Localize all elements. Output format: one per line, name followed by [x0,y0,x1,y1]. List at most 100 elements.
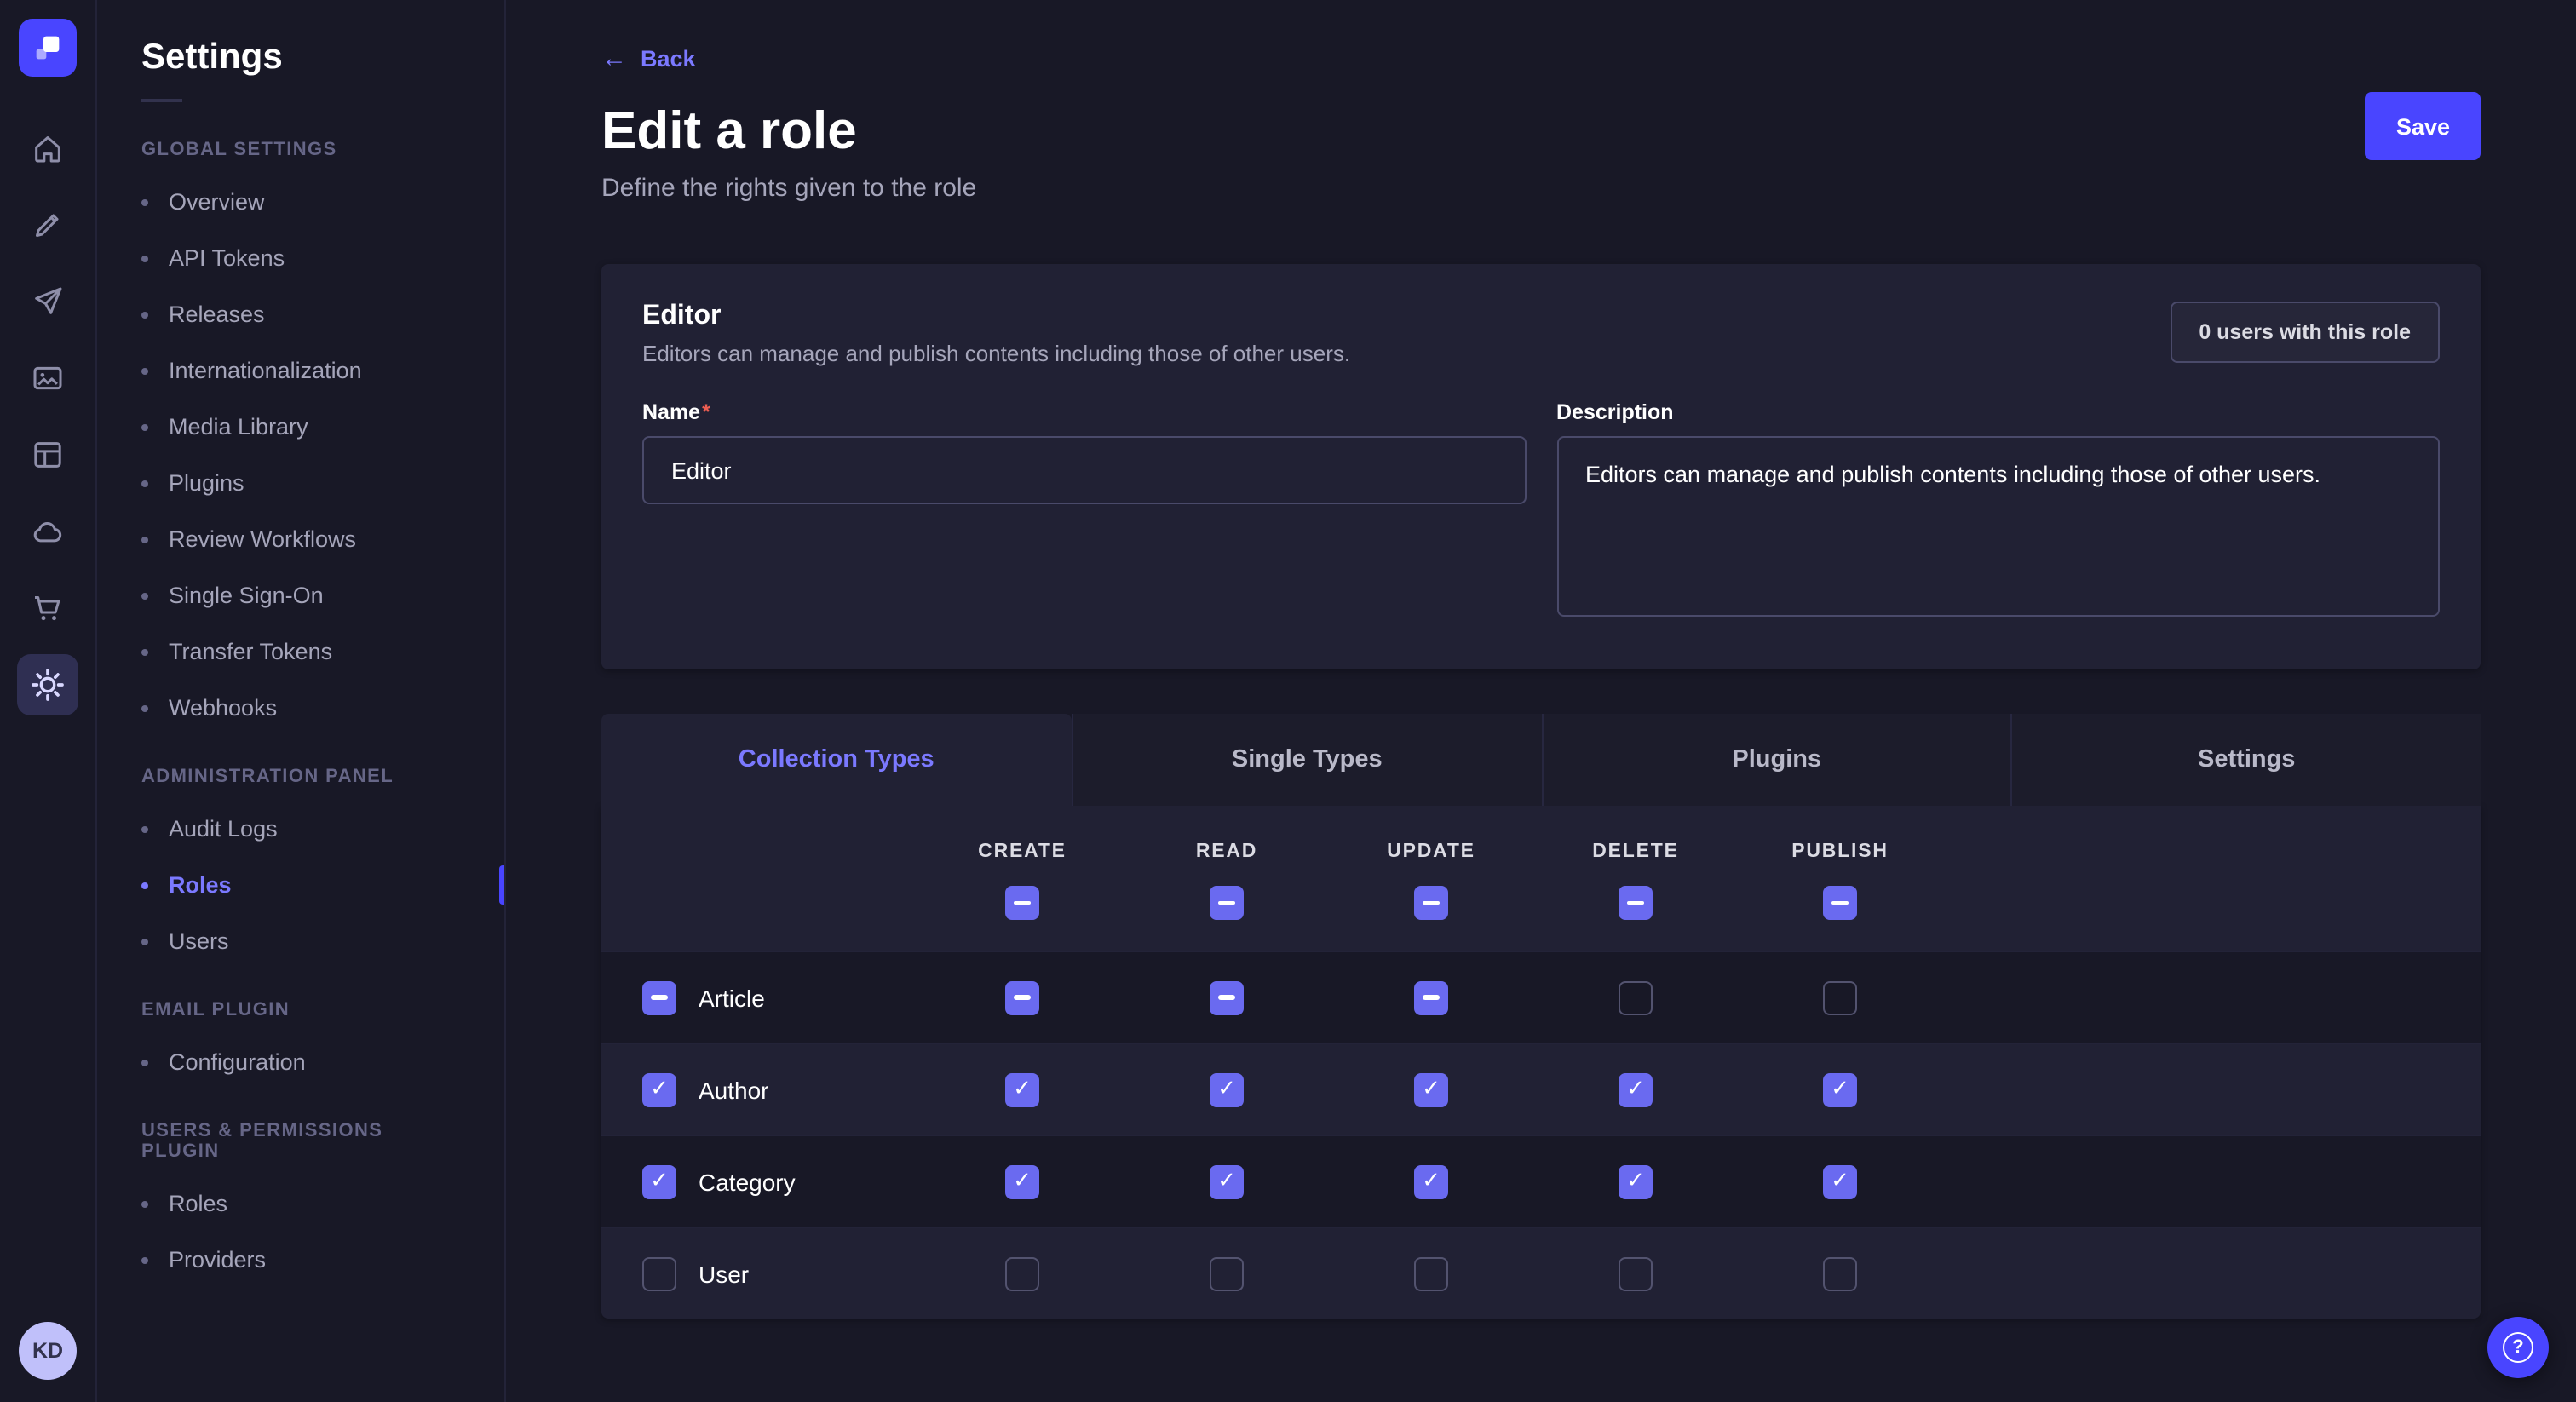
permission-checkbox[interactable] [1414,1256,1448,1290]
tab-settings[interactable]: Settings [2011,714,2481,806]
empty-header-cell [601,886,920,920]
sidebar-item-label: Plugins [169,470,244,496]
save-button[interactable]: Save [2366,92,2481,160]
sidebar-item-providers[interactable]: Providers [97,1232,504,1288]
section-label-administration-panel: ADMINISTRATION PANEL [97,736,504,801]
bullet-icon [141,423,148,430]
role-card-titles: Editor Editors can manage and publish co… [642,302,1350,366]
column-label-update: UPDATE [1329,842,1533,862]
role-description-input[interactable]: Editors can manage and publish contents … [1556,436,2440,617]
sidebar-item-releases[interactable]: Releases [97,286,504,342]
row-checkbox-user[interactable] [642,1256,676,1290]
rail-content-button[interactable] [17,194,78,256]
permission-checkbox[interactable] [1210,1072,1244,1106]
permission-checkbox[interactable] [1005,1256,1039,1290]
permission-checkbox[interactable] [1414,980,1448,1014]
permission-checkbox[interactable] [1210,980,1244,1014]
section-users-permissions-plugin: USERS & PERMISSIONS PLUGIN Roles Provide… [97,1090,504,1288]
title-divider [141,99,182,102]
pen-icon [31,208,65,242]
main-nav-rail: KD [0,0,97,1402]
help-button[interactable]: ? [2487,1317,2549,1378]
master-publish-checkbox[interactable] [1823,886,1857,920]
sidebar-item-up-roles[interactable]: Roles [97,1175,504,1232]
bullet-icon [141,592,148,599]
sidebar-item-webhooks[interactable]: Webhooks [97,680,504,736]
permission-checkbox[interactable] [1619,1164,1653,1198]
bullet-icon [141,1059,148,1066]
rail-marketplace-button[interactable] [17,577,78,639]
permission-checkbox[interactable] [1005,980,1039,1014]
master-update-checkbox[interactable] [1414,886,1448,920]
section-label-email-plugin: EMAIL PLUGIN [97,969,504,1034]
permission-checkbox[interactable] [1619,980,1653,1014]
permission-checkbox[interactable] [1414,1072,1448,1106]
sidebar-item-label: Transfer Tokens [169,639,332,664]
permission-checkbox[interactable] [1005,1072,1039,1106]
sidebar-item-roles[interactable]: Roles [97,857,504,913]
permission-checkbox[interactable] [1619,1256,1653,1290]
permission-checkbox[interactable] [1823,1256,1857,1290]
tab-collection-types[interactable]: Collection Types [601,714,1072,806]
master-read-checkbox[interactable] [1210,886,1244,920]
tab-plugins[interactable]: Plugins [1541,714,2011,806]
bullet-icon [141,1256,148,1263]
sidebar-item-label: Roles [169,872,232,898]
row-checkbox-article[interactable] [642,980,676,1014]
strapi-logo-icon [31,31,65,65]
sidebar-item-internationalization[interactable]: Internationalization [97,342,504,399]
sidebar-item-transfer-tokens[interactable]: Transfer Tokens [97,623,504,680]
tab-single-types[interactable]: Single Types [1072,714,1542,806]
back-label: Back [641,46,696,72]
bullet-icon [141,198,148,205]
role-name-input[interactable] [642,436,1526,504]
role-name-title: Editor [642,302,1350,332]
back-link[interactable]: ← Back [601,46,696,72]
permission-checkbox[interactable] [1210,1256,1244,1290]
role-details-card: Editor Editors can manage and publish co… [601,264,2481,669]
sidebar-item-label: Releases [169,302,265,327]
sidebar-item-label: Review Workflows [169,526,356,552]
column-label-publish: PUBLISH [1738,842,1942,862]
sidebar-item-audit-logs[interactable]: Audit Logs [97,801,504,857]
media-library-icon [31,361,65,395]
rail-home-button[interactable] [17,118,78,179]
sidebar-item-label: Audit Logs [169,816,278,842]
master-delete-checkbox[interactable] [1619,886,1653,920]
rail-media-button[interactable] [17,348,78,409]
permission-checkbox[interactable] [1823,1164,1857,1198]
content-type-label: Category [699,1168,796,1195]
sidebar-item-label: Providers [169,1247,266,1273]
sidebar-item-single-sign-on[interactable]: Single Sign-On [97,567,504,623]
sidebar-item-api-tokens[interactable]: API Tokens [97,230,504,286]
row-checkbox-author[interactable] [642,1072,676,1106]
empty-header-cell [601,842,920,862]
strapi-logo[interactable] [19,19,77,77]
permission-checkbox[interactable] [1210,1164,1244,1198]
sidebar-item-users[interactable]: Users [97,913,504,969]
home-icon [31,131,65,165]
permission-checkbox[interactable] [1619,1072,1653,1106]
bullet-icon [141,367,148,374]
rail-settings-button[interactable] [17,654,78,715]
bullet-icon [141,480,148,486]
permission-checkbox[interactable] [1823,1072,1857,1106]
rail-deploy-button[interactable] [17,271,78,332]
master-create-checkbox[interactable] [1005,886,1039,920]
sidebar-item-label: Internationalization [169,358,362,383]
sidebar-item-overview[interactable]: Overview [97,174,504,230]
layout-icon [31,438,65,472]
sidebar-item-media-library[interactable]: Media Library [97,399,504,455]
permission-checkbox[interactable] [1823,980,1857,1014]
sidebar-item-plugins[interactable]: Plugins [97,455,504,511]
rail-cloud-button[interactable] [17,501,78,562]
row-checkbox-category[interactable] [642,1164,676,1198]
users-with-role-button[interactable]: 0 users with this role [2170,302,2440,363]
sidebar-item-configuration[interactable]: Configuration [97,1034,504,1090]
permission-checkbox[interactable] [1414,1164,1448,1198]
rail-builder-button[interactable] [17,424,78,486]
sidebar-item-review-workflows[interactable]: Review Workflows [97,511,504,567]
permission-checkbox[interactable] [1005,1164,1039,1198]
user-avatar[interactable]: KD [19,1322,77,1380]
page-header: ← Back Edit a role Define the rights giv… [506,0,2576,203]
